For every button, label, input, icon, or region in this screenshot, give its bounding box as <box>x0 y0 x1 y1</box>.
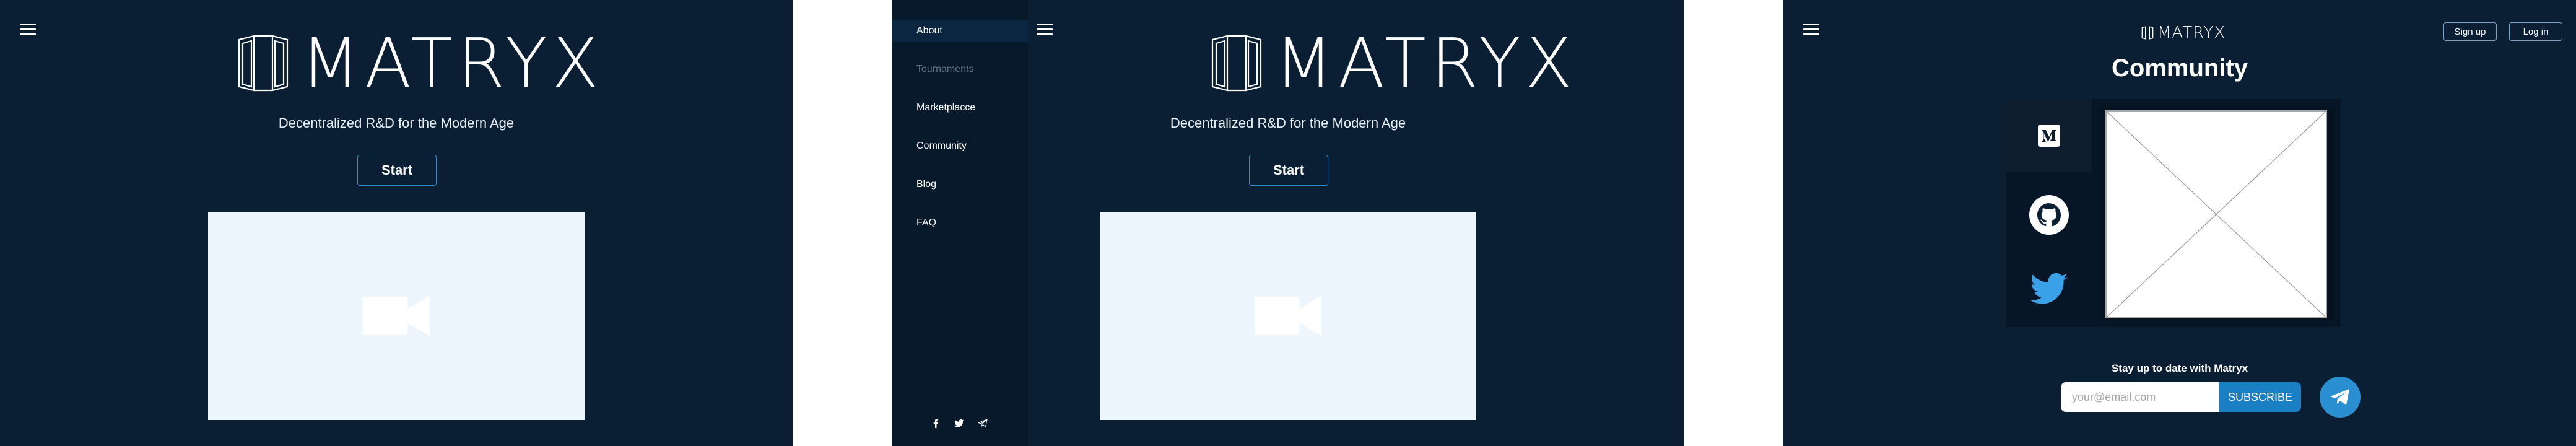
page-title: Community <box>2112 55 2248 82</box>
video-camera-icon <box>1255 295 1321 336</box>
embed-preview-frame <box>2100 107 2334 321</box>
side-menu: About Tournaments Marketplacce Community… <box>892 0 1028 446</box>
menu-item-blog[interactable]: Blog <box>892 173 1028 196</box>
log-in-button[interactable]: Log in <box>2509 22 2562 41</box>
matryx-logo[interactable]: MATRYX <box>2141 24 2226 42</box>
menu-social-links <box>931 418 988 428</box>
hamburger-menu-icon[interactable] <box>1803 24 1819 36</box>
tab-medium[interactable] <box>2006 99 2092 172</box>
hamburger-menu-icon[interactable] <box>1037 24 1053 36</box>
matryx-logo-mark-icon <box>1211 35 1262 92</box>
hamburger-menu-icon[interactable] <box>20 24 36 36</box>
video-camera-icon <box>363 295 430 336</box>
menu-open-screen: About Tournaments Marketplacce Community… <box>892 0 1684 446</box>
matryx-logo: MATRYX <box>1209 24 1577 103</box>
telegram-icon <box>2330 389 2349 405</box>
subscribe-button[interactable]: SUBSCRIBE <box>2219 382 2301 412</box>
tagline: Decentralized R&D for the Modern Age <box>1170 115 1406 131</box>
brand-wordmark: MATRYX <box>301 24 604 103</box>
newsletter-heading: Stay up to date with Matryx <box>2111 362 2248 374</box>
sign-up-button[interactable]: Sign up <box>2443 22 2497 41</box>
menu-item-about[interactable]: About <box>892 20 1028 42</box>
start-button[interactable]: Start <box>1249 155 1328 186</box>
image-placeholder <box>2105 110 2327 318</box>
tab-twitter[interactable] <box>2006 253 2092 326</box>
video-player[interactable] <box>1100 212 1476 420</box>
home-screen: MATRYX Decentralized R&D for the Modern … <box>0 0 793 446</box>
twitter-icon[interactable] <box>954 418 964 428</box>
tagline: Decentralized R&D for the Modern Age <box>278 115 515 131</box>
community-panel <box>2006 99 2341 327</box>
start-button[interactable]: Start <box>357 155 437 186</box>
matryx-logo-mark-icon <box>2141 26 2154 40</box>
menu-item-faq[interactable]: FAQ <box>892 212 1028 234</box>
video-player[interactable] <box>208 212 585 420</box>
twitter-icon <box>2030 273 2068 304</box>
brand-wordmark: MATRYX <box>1274 24 1577 103</box>
telegram-icon[interactable] <box>978 418 988 428</box>
community-screen: MATRYX Sign up Log in Community Stay up … <box>1783 0 2576 446</box>
email-input[interactable] <box>2061 382 2222 412</box>
brand-wordmark: MATRYX <box>2157 24 2226 42</box>
menu-item-community[interactable]: Community <box>892 135 1028 157</box>
github-icon <box>2029 195 2069 235</box>
medium-icon <box>2038 125 2060 147</box>
tab-github[interactable] <box>2006 178 2092 251</box>
matryx-logo-mark-icon <box>238 35 289 92</box>
telegram-button[interactable] <box>2320 377 2361 418</box>
facebook-icon[interactable] <box>931 418 941 428</box>
matryx-logo: MATRYX <box>235 24 604 103</box>
menu-item-tournaments[interactable]: Tournaments <box>892 58 1028 81</box>
